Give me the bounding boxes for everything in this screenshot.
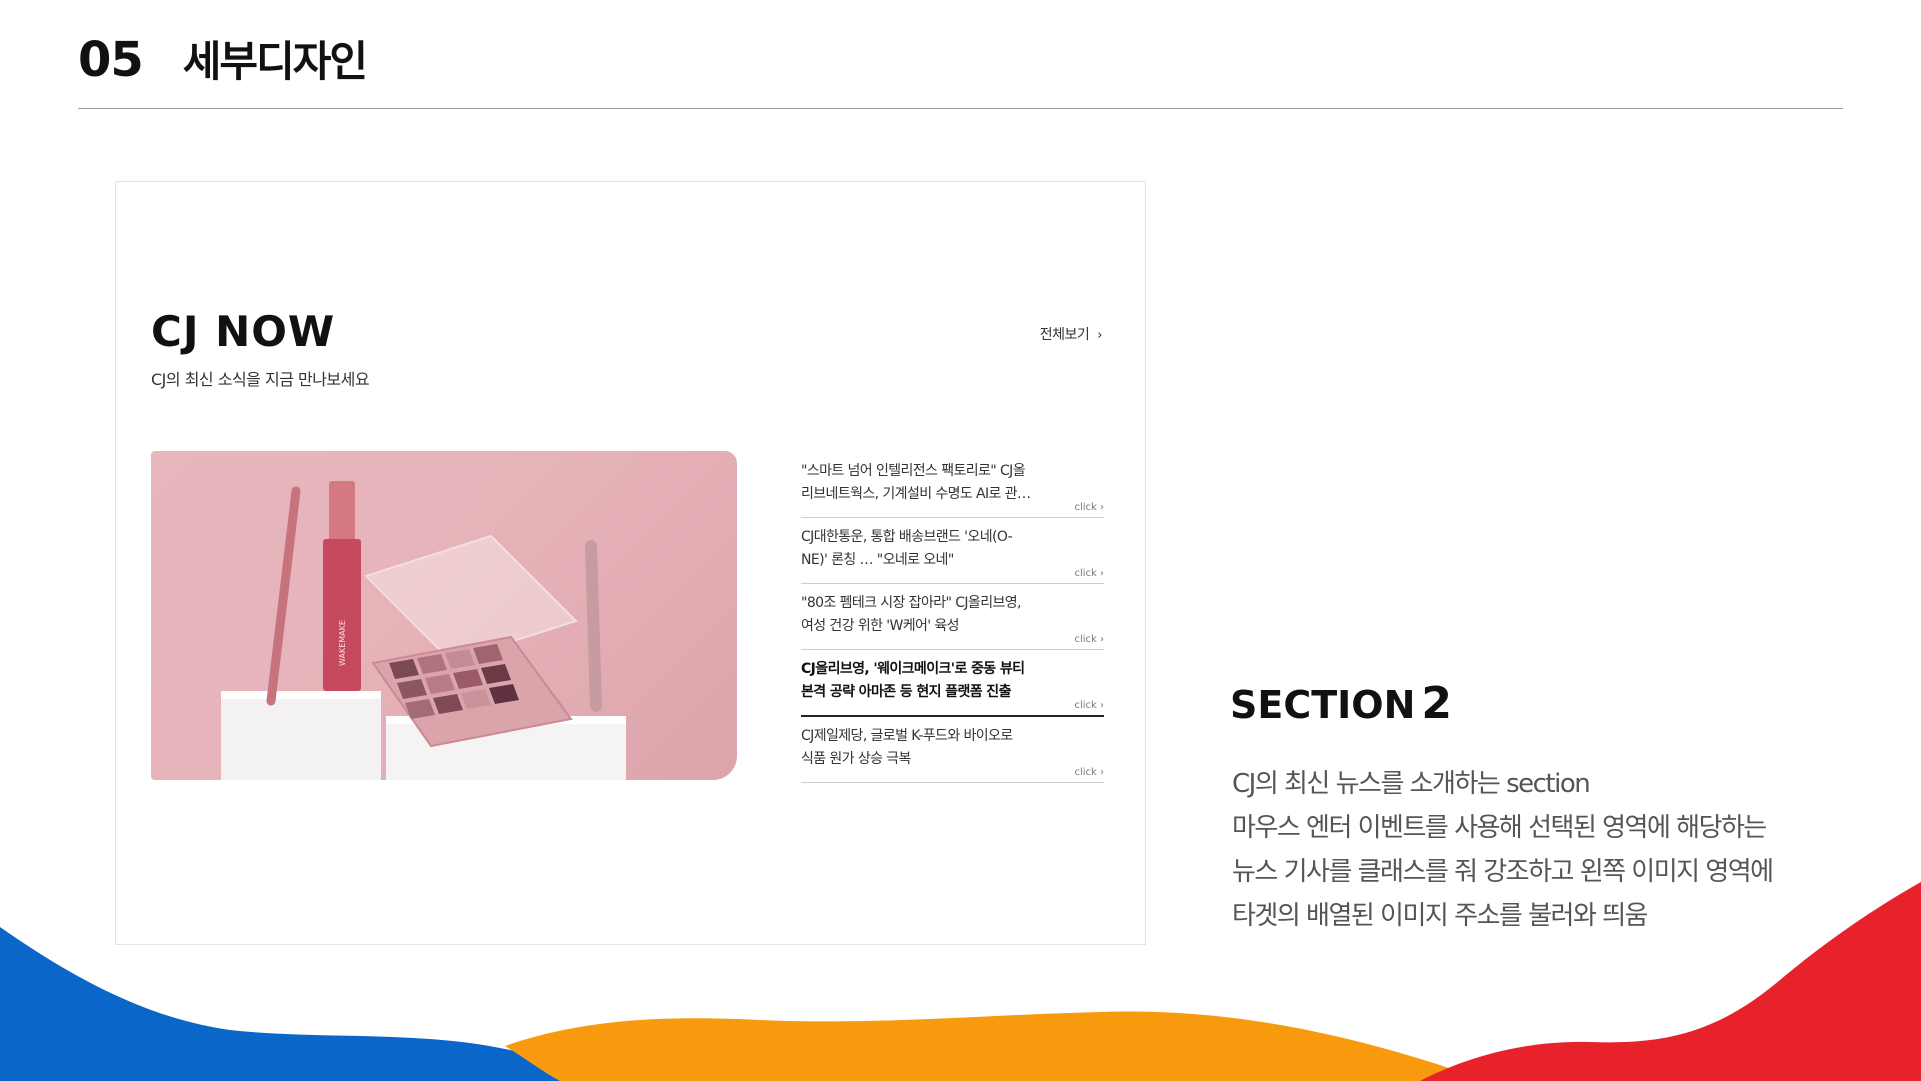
wave-blue xyxy=(0,927,590,1081)
cj-now-mockup: CJ NOW CJ의 최신 소식을 지금 만나보세요 전체보기 › WAKEMAK… xyxy=(115,181,1146,945)
news-list: "스마트 넘어 인텔리전스 팩토리로" CJ올 리브네트웍스, 기계설비 수명도 … xyxy=(801,452,1104,783)
wave-orange xyxy=(505,1011,1480,1081)
news-item[interactable]: CJ대한통운, 통합 배송브랜드 '오네(O- NE)' 론칭 … "오네로 오네… xyxy=(801,518,1104,584)
slide-title: 세부디자인 xyxy=(182,37,368,86)
pedestal-left-top xyxy=(221,691,381,699)
slide-header: 05 세부디자인 xyxy=(78,28,368,89)
tint-brand-text: WAKEMAKE xyxy=(338,620,347,666)
click-label: click › xyxy=(1074,767,1104,778)
wave-red xyxy=(1420,882,1921,1081)
news-item-active[interactable]: CJ올리브영, '웨이크메이크'로 중동 뷰티 본격 공략 아마존 등 현지 플랫… xyxy=(801,650,1104,717)
eye-pencil xyxy=(585,540,602,712)
section-heading: SECTION 2 xyxy=(1230,678,1453,729)
cj-now-title: CJ NOW xyxy=(151,307,336,356)
news-item[interactable]: "80조 펨테크 시장 잡아라" CJ올리브영, 여성 건강 위한 'W케어' 육… xyxy=(801,584,1104,650)
news-item[interactable]: "스마트 넘어 인텔리전스 팩토리로" CJ올 리브네트웍스, 기계설비 수명도 … xyxy=(801,452,1104,518)
lip-pencil xyxy=(266,486,301,706)
slide-number: 05 xyxy=(78,32,144,88)
chevron-right-icon: › xyxy=(1097,328,1102,343)
cj-now-subtitle: CJ의 최신 소식을 지금 만나보세요 xyxy=(151,370,370,389)
palette-lid xyxy=(364,534,578,663)
news-image: WAKEMAKE xyxy=(151,451,737,780)
pedestal-left xyxy=(221,696,381,780)
tint-tube xyxy=(323,539,361,691)
view-all-label: 전체보기 xyxy=(1039,327,1090,343)
view-all-link[interactable]: 전체보기 › xyxy=(1039,324,1103,344)
click-label: click › xyxy=(1074,568,1104,579)
tint-cap xyxy=(329,481,355,541)
news-item[interactable]: CJ제일제당, 글로벌 K-푸드와 바이오로 식품 원가 상승 극복 click … xyxy=(801,717,1104,783)
click-label: click › xyxy=(1074,634,1104,645)
header-divider xyxy=(78,108,1843,109)
cosmetics-illustration: WAKEMAKE xyxy=(221,481,626,780)
decorative-waves xyxy=(0,882,1921,1081)
click-label: click › xyxy=(1074,502,1104,513)
click-label: click › xyxy=(1074,700,1104,711)
